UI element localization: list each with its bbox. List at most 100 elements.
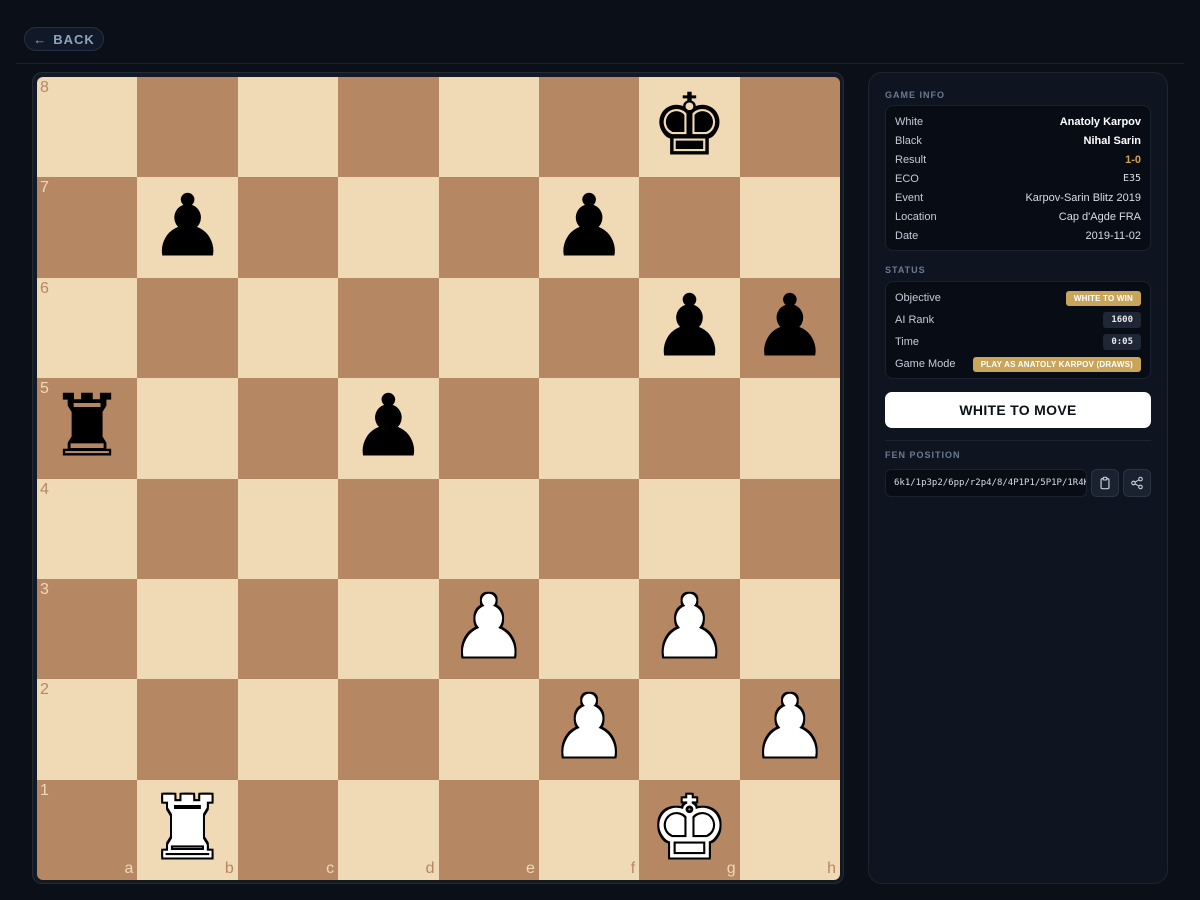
status-row-ai-rank: AI Rank 1600 [895, 310, 1141, 330]
square-a4[interactable]: 4 [37, 478, 138, 579]
square-e8[interactable] [438, 77, 539, 178]
square-d3[interactable] [338, 578, 439, 680]
square-b1[interactable]: b ♜ [137, 779, 238, 880]
square-c1[interactable]: c [237, 779, 339, 880]
square-g7[interactable] [639, 177, 740, 278]
square-g5[interactable] [639, 378, 740, 479]
square-g4[interactable] [639, 478, 740, 579]
square-b3[interactable] [137, 578, 238, 680]
square-d4[interactable] [338, 478, 439, 579]
white-pawn-piece[interactable]: ♟ [651, 584, 728, 670]
square-h6[interactable]: ♟ [739, 277, 840, 379]
game-info-card: White Anatoly Karpov Black Nihal Sarin R… [885, 105, 1151, 251]
square-e4[interactable] [438, 478, 539, 579]
white-pawn-piece[interactable]: ♟ [450, 584, 527, 670]
square-a7[interactable]: 7 [37, 177, 138, 278]
square-e2[interactable] [438, 679, 539, 780]
square-d6[interactable] [338, 277, 439, 379]
square-a3[interactable]: 3 [37, 578, 138, 680]
square-e5[interactable] [438, 378, 539, 479]
square-c4[interactable] [237, 478, 339, 579]
game-mode-badge: PLAY AS ANATOLY KARPOV (DRAWS) [972, 356, 1141, 372]
black-rook-piece[interactable]: ♜ [49, 384, 126, 470]
square-b4[interactable] [137, 478, 238, 579]
time-badge: 0:05 [1103, 334, 1141, 350]
square-g3[interactable]: ♟ [639, 578, 740, 680]
square-f8[interactable] [538, 77, 640, 178]
square-h7[interactable] [739, 177, 840, 278]
square-g6[interactable]: ♟ [639, 277, 740, 379]
white-pawn-piece[interactable]: ♟ [751, 685, 828, 771]
square-g2[interactable] [639, 679, 740, 780]
square-a5[interactable]: 5 ♜ [37, 378, 138, 479]
rank-label: 4 [40, 480, 49, 498]
square-h1[interactable]: h [739, 779, 840, 880]
square-d2[interactable] [338, 679, 439, 780]
square-f1[interactable]: f [538, 779, 640, 880]
square-f6[interactable] [538, 277, 640, 379]
square-e1[interactable]: e [438, 779, 539, 880]
info-value: Cap d'Agde FRA [1058, 210, 1141, 223]
square-c8[interactable] [237, 77, 339, 178]
square-d8[interactable] [338, 77, 439, 178]
black-pawn-piece[interactable]: ♟ [350, 384, 427, 470]
file-label: b [224, 860, 234, 877]
square-a8[interactable]: 8 [37, 77, 138, 178]
square-g8[interactable]: ♚ [639, 77, 740, 178]
fen-field[interactable]: 6k1/1p3p2/6pp/r2p4/8/4P1P1/5P1P/1R4K1 [885, 469, 1087, 497]
square-b8[interactable] [137, 77, 238, 178]
square-b7[interactable]: ♟ [137, 177, 238, 278]
panel-divider [885, 440, 1151, 441]
black-pawn-piece[interactable]: ♟ [751, 283, 828, 369]
square-e3[interactable]: ♟ [438, 578, 539, 680]
black-king-piece[interactable]: ♚ [651, 82, 728, 168]
chess-board[interactable]: 8 ♚ 7 ♟ ♟ 6 ♟ ♟ 5 ♜ ♟ 4 3 ♟ ♟ 2 ♟ ♟ 1 a b ♜ c d e f g ♚ h [37, 77, 840, 880]
square-c6[interactable] [237, 277, 339, 379]
black-pawn-piece[interactable]: ♟ [149, 183, 226, 269]
white-rook-piece[interactable]: ♜ [149, 785, 226, 871]
square-b5[interactable] [137, 378, 238, 479]
rank-label: 3 [40, 580, 49, 598]
square-b6[interactable] [137, 277, 238, 379]
info-row-white: White Anatoly Karpov [895, 112, 1141, 131]
square-h3[interactable] [739, 578, 840, 680]
square-a1[interactable]: 1a [37, 779, 138, 880]
info-key: Event [895, 191, 924, 204]
square-c2[interactable] [237, 679, 339, 780]
square-e6[interactable] [438, 277, 539, 379]
square-f2[interactable]: ♟ [538, 679, 640, 780]
back-button[interactable]: ← BACK [24, 27, 104, 51]
white-king-piece[interactable]: ♚ [651, 785, 728, 871]
square-d5[interactable]: ♟ [338, 378, 439, 479]
file-label: a [124, 860, 134, 877]
square-a2[interactable]: 2 [37, 679, 138, 780]
square-h2[interactable]: ♟ [739, 679, 840, 780]
file-label: g [726, 860, 736, 877]
square-c3[interactable] [237, 578, 339, 680]
square-d7[interactable] [338, 177, 439, 278]
square-b2[interactable] [137, 679, 238, 780]
square-h4[interactable] [739, 478, 840, 579]
info-row-black: Black Nihal Sarin [895, 131, 1141, 150]
black-pawn-piece[interactable]: ♟ [551, 183, 628, 269]
info-value: E35 [1122, 173, 1141, 184]
copy-fen-button[interactable] [1091, 469, 1119, 497]
square-f4[interactable] [538, 478, 640, 579]
square-h8[interactable] [739, 77, 840, 178]
white-pawn-piece[interactable]: ♟ [551, 685, 628, 771]
square-a6[interactable]: 6 [37, 277, 138, 379]
square-g1[interactable]: g ♚ [639, 779, 740, 880]
square-h5[interactable] [739, 378, 840, 479]
square-f5[interactable] [538, 378, 640, 479]
square-e7[interactable] [438, 177, 539, 278]
square-c7[interactable] [237, 177, 339, 278]
share-button[interactable] [1123, 469, 1151, 497]
square-f7[interactable]: ♟ [538, 177, 640, 278]
file-label: c [326, 860, 335, 877]
status-title: STATUS [885, 265, 926, 275]
square-c5[interactable] [237, 378, 339, 479]
info-key: Date [895, 229, 919, 242]
square-d1[interactable]: d [338, 779, 439, 880]
black-pawn-piece[interactable]: ♟ [651, 283, 728, 369]
square-f3[interactable] [538, 578, 640, 680]
